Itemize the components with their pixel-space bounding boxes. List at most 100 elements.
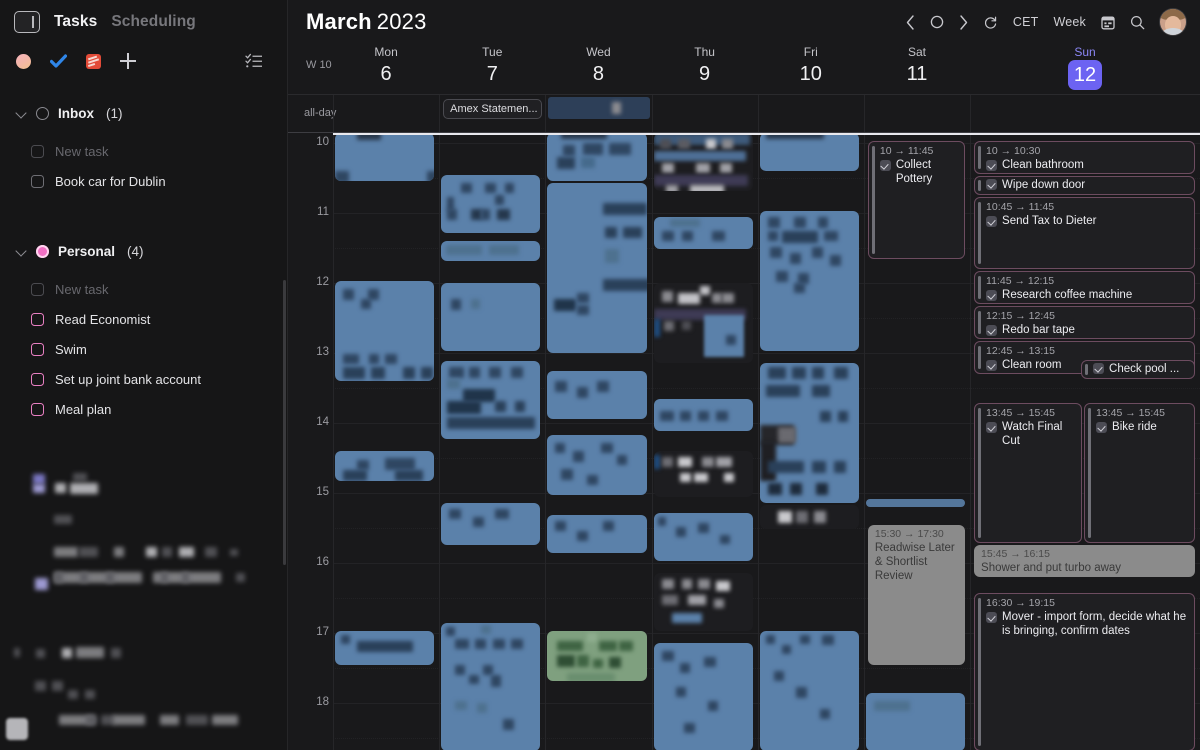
day-column-sun[interactable]: 10 → 10:30 Clean bathroom Wipe down door [970, 133, 1200, 750]
calendar-event[interactable]: Check pool ... [1081, 360, 1196, 379]
event-checkbox-icon[interactable] [986, 422, 998, 433]
event-checkbox-icon[interactable] [986, 160, 998, 171]
event-checkbox-icon[interactable] [986, 216, 998, 227]
event-checkbox-icon[interactable] [986, 360, 998, 371]
allday-cell-sat[interactable] [863, 95, 970, 132]
task-row[interactable]: New task [0, 136, 287, 166]
redacted-event[interactable] [865, 693, 966, 750]
event-checkbox-icon[interactable] [986, 325, 998, 336]
task-checkbox[interactable] [31, 174, 44, 188]
calendar-icon[interactable] [1101, 15, 1115, 30]
redacted-event[interactable] [441, 361, 541, 439]
calendar-event[interactable]: 16:30 → 19:15 Mover - import form, decid… [974, 593, 1196, 750]
allday-event-amex[interactable]: Amex Statemen... [443, 99, 543, 119]
view-selector[interactable]: Week [1053, 15, 1086, 29]
sidebar-bottom-icon[interactable] [6, 718, 28, 740]
redacted-event[interactable] [441, 623, 541, 750]
task-row[interactable]: New task [0, 274, 287, 304]
redacted-event[interactable] [547, 515, 647, 553]
day-header-sun[interactable]: Sun 12 [970, 44, 1200, 94]
task-row[interactable]: Set up joint bank account [0, 364, 287, 394]
redacted-event[interactable] [653, 133, 753, 191]
event-checkbox-icon[interactable] [879, 160, 891, 171]
day-header-sat[interactable]: Sat 11 [864, 44, 970, 94]
day-header-tue[interactable]: Tue 7 [439, 44, 545, 94]
redacted-event[interactable] [335, 133, 435, 181]
redacted-event[interactable] [653, 573, 753, 631]
calendar-event[interactable]: 13:45 → 15:45 Bike ride [1084, 403, 1196, 543]
allday-event-redacted[interactable] [548, 97, 650, 119]
avatar[interactable] [1160, 9, 1186, 35]
task-checkbox[interactable] [31, 282, 44, 296]
redacted-event[interactable] [653, 643, 753, 750]
group-header-personal[interactable]: Personal (4) [0, 238, 287, 264]
event-checkbox-icon[interactable] [1093, 363, 1105, 374]
tab-scheduling[interactable]: Scheduling [111, 13, 196, 31]
redacted-event[interactable] [441, 241, 541, 261]
redacted-event[interactable] [653, 451, 753, 497]
task-row[interactable]: Read Economist [0, 304, 287, 334]
redacted-event[interactable] [653, 283, 753, 363]
allday-cell-fri[interactable] [757, 95, 864, 132]
calendar-event[interactable]: Wipe down door [974, 176, 1196, 195]
redacted-event[interactable] [441, 175, 541, 233]
event-checkbox-icon[interactable] [986, 290, 998, 301]
redacted-event[interactable] [653, 399, 753, 431]
day-column-thu[interactable] [651, 133, 758, 750]
event-checkbox-icon[interactable] [986, 179, 998, 190]
redacted-event[interactable] [547, 371, 647, 419]
day-header-wed[interactable]: Wed 8 [545, 44, 651, 94]
task-checkbox[interactable] [31, 342, 44, 356]
calendar-event[interactable]: 12:15 → 12:45 Redo bar tape [974, 306, 1196, 339]
redacted-event[interactable] [335, 631, 435, 665]
day-column-sat[interactable]: 10 → 11:45 Collect Pottery 15:30 → 17:30… [863, 133, 970, 750]
calendar-event[interactable]: 10:45 → 11:45 Send Tax to Dieter [974, 197, 1196, 269]
calendar-event[interactable]: 15:30 → 17:30 Readwise Later & Shortlist… [867, 525, 966, 665]
day-column-fri[interactable] [757, 133, 864, 750]
search-icon[interactable] [1130, 15, 1145, 30]
redacted-event[interactable] [547, 435, 647, 495]
profile-dot-icon[interactable] [16, 53, 31, 69]
day-column-tue[interactable] [439, 133, 545, 750]
chevron-down-icon[interactable] [16, 108, 27, 119]
chevron-left-icon[interactable] [906, 14, 915, 30]
task-checkbox[interactable] [31, 402, 44, 416]
task-row[interactable]: Meal plan [0, 394, 287, 424]
refresh-icon[interactable] [983, 15, 998, 30]
redacted-event[interactable] [547, 133, 647, 181]
calendar-event[interactable]: 13:45 → 15:45 Watch Final Cut [974, 403, 1083, 543]
day-header-mon[interactable]: Mon 6 [333, 44, 439, 94]
redacted-event[interactable] [759, 505, 859, 529]
redacted-event[interactable] [547, 183, 647, 353]
allday-cell-wed[interactable] [545, 95, 651, 132]
chevron-down-icon[interactable] [16, 246, 27, 257]
redacted-event-green[interactable] [547, 631, 647, 681]
group-header-inbox[interactable]: Inbox (1) [0, 100, 287, 126]
calendar-event[interactable]: 11:45 → 12:15 Research coffee machine [974, 271, 1196, 304]
today-circle-icon[interactable] [930, 15, 944, 29]
redacted-event[interactable] [759, 211, 859, 351]
calendar-event[interactable]: 15:45 → 16:15 Shower and put turbo away [974, 545, 1196, 577]
event-checkbox-icon[interactable] [986, 612, 998, 623]
day-header-thu[interactable]: Thu 9 [652, 44, 758, 94]
task-checkbox[interactable] [31, 312, 44, 326]
chevron-right-icon[interactable] [959, 14, 968, 30]
calendar-event[interactable]: 10 → 10:30 Clean bathroom [974, 141, 1196, 174]
redacted-event[interactable] [653, 217, 753, 249]
redacted-event[interactable] [335, 451, 435, 481]
event-checkbox-icon[interactable] [1096, 422, 1108, 433]
todoist-icon[interactable] [86, 53, 101, 69]
day-header-fri[interactable]: Fri 10 [758, 44, 864, 94]
redacted-event[interactable] [759, 133, 859, 171]
allday-cell-tue[interactable]: Amex Statemen... [439, 95, 545, 132]
task-checkbox[interactable] [31, 144, 44, 158]
redacted-event[interactable] [441, 283, 541, 351]
redacted-event[interactable] [759, 363, 859, 503]
allday-cell-sun[interactable] [970, 95, 1200, 132]
redacted-event[interactable] [441, 503, 541, 545]
redacted-event[interactable] [653, 513, 753, 561]
panel-icon[interactable] [14, 11, 40, 33]
allday-cell-thu[interactable] [651, 95, 758, 132]
task-row[interactable]: Swim [0, 334, 287, 364]
redacted-event[interactable] [335, 281, 435, 381]
